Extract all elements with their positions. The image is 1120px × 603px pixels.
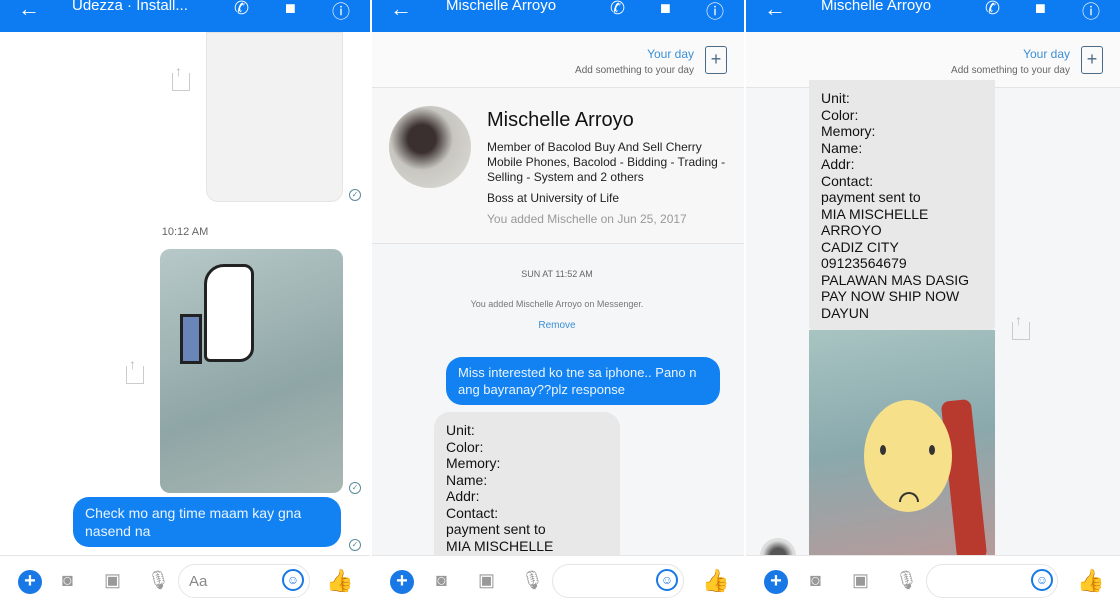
info-icon[interactable]: ⓘ	[1082, 0, 1100, 24]
sent-check-icon: ✓	[349, 482, 361, 494]
back-arrow-icon[interactable]: ←	[390, 0, 412, 22]
add-story-icon[interactable]: +	[705, 46, 727, 74]
chat-header: ← Mischelle Arroyo ✆ ■ ⓘ	[746, 0, 1120, 32]
microphone-icon[interactable]: 🎙	[895, 570, 918, 591]
your-day-subtitle: Add something to your day	[575, 65, 694, 76]
your-day-bar[interactable]: Your day Add something to your day +	[372, 32, 744, 88]
back-arrow-icon[interactable]: ←	[18, 0, 40, 22]
thumbs-up-sticker	[180, 264, 255, 364]
info-icon[interactable]: ⓘ	[706, 0, 724, 24]
your-day-title: Your day	[1023, 47, 1070, 61]
like-icon[interactable]: 👍	[1077, 568, 1104, 594]
sent-check-icon: ✓	[349, 539, 361, 551]
chat-header: ← Udezza · Install... ✆ ■ ⓘ	[0, 0, 370, 32]
emoji-icon[interactable]: ☺	[1031, 569, 1053, 591]
chat-header: ← Mischelle Arroyo ✆ ■ ⓘ	[372, 0, 744, 32]
camera-icon[interactable]: ◙	[810, 570, 821, 591]
profile-work: Boss at University of Life	[487, 191, 620, 205]
gallery-icon[interactable]: ▣	[478, 570, 495, 591]
emoji-icon[interactable]: ☺	[282, 569, 304, 591]
phone-icon[interactable]: ✆	[610, 0, 625, 19]
plus-icon[interactable]: +	[764, 570, 788, 594]
outgoing-message[interactable]: Miss interested ko tne sa iphone.. Pano …	[446, 357, 720, 405]
composer-bar: + ◙ ▣ 🎙 ☺ 👍	[372, 555, 744, 603]
your-day-subtitle: Add something to your day	[951, 65, 1070, 76]
like-icon[interactable]: 👍	[702, 568, 729, 594]
chat-panel-2: ← Mischelle Arroyo ✆ ■ ⓘ Your day Add so…	[372, 0, 744, 603]
plus-icon[interactable]: +	[390, 570, 414, 594]
like-icon[interactable]: 👍	[326, 568, 353, 594]
receipt-photo-message[interactable]	[160, 249, 343, 493]
plus-icon[interactable]: +	[18, 570, 42, 594]
outgoing-message[interactable]: Check mo ang time maam kay gna nasend na	[73, 497, 341, 547]
emoji-icon[interactable]: ☺	[656, 569, 678, 591]
microphone-icon[interactable]: 🎙	[147, 570, 170, 591]
video-icon[interactable]: ■	[660, 0, 671, 19]
add-story-icon[interactable]: +	[1081, 46, 1103, 74]
share-icon[interactable]	[1012, 312, 1030, 340]
id-card-photo-message[interactable]	[809, 330, 995, 556]
video-icon[interactable]: ■	[285, 0, 296, 19]
phone-icon[interactable]: ✆	[234, 0, 249, 19]
profile-membership: Member of Bacolod Buy And Sell Cherry Mo…	[487, 140, 726, 184]
sad-face-sticker	[864, 400, 952, 512]
camera-icon[interactable]: ◙	[436, 570, 447, 591]
sent-check-icon: ✓	[349, 189, 361, 201]
profile-added-date: You added Mischelle on Jun 25, 2017	[487, 212, 687, 226]
info-icon[interactable]: ⓘ	[332, 0, 350, 24]
chat-title[interactable]: Udezza · Install...	[72, 0, 188, 14]
composer-bar: + ◙ ▣ 🎙 ☺ 👍	[746, 555, 1120, 603]
video-icon[interactable]: ■	[1035, 0, 1046, 19]
profile-card: Mischelle Arroyo Member of Bacolod Buy A…	[372, 89, 744, 244]
profile-name: Mischelle Arroyo	[487, 109, 634, 131]
microphone-icon[interactable]: 🎙	[521, 570, 544, 591]
timestamp: 10:12 AM	[161, 226, 209, 238]
share-icon[interactable]	[126, 356, 144, 384]
system-message: You added Mischelle Arroyo on Messenger.	[470, 299, 644, 309]
share-icon[interactable]	[172, 63, 190, 91]
your-day-title: Your day	[647, 47, 694, 61]
back-arrow-icon[interactable]: ←	[764, 0, 786, 22]
composer-bar: + ◙ ▣ 🎙 Aa ☺ 👍	[0, 555, 370, 603]
remove-link[interactable]: Remove	[522, 320, 592, 331]
profile-avatar[interactable]	[389, 106, 471, 188]
phone-icon[interactable]: ✆	[985, 0, 1000, 19]
incoming-message[interactable]: Unit: Color: Memory: Name: Addr: Contact…	[809, 80, 995, 330]
chat-title[interactable]: Mischelle Arroyo	[821, 0, 931, 14]
chat-title[interactable]: Mischelle Arroyo	[446, 0, 556, 14]
timestamp: SUN AT 11:52 AM	[521, 269, 593, 279]
screenshot-image-message[interactable]	[206, 32, 343, 202]
camera-icon[interactable]: ◙	[62, 570, 73, 591]
gallery-icon[interactable]: ▣	[852, 570, 869, 591]
gallery-icon[interactable]: ▣	[104, 570, 121, 591]
chat-panel-3: ← Mischelle Arroyo ✆ ■ ⓘ Your day Add so…	[746, 0, 1120, 603]
chat-panel-1: ← Udezza · Install... ✆ ■ ⓘ ✓ 10:12 AM ✓…	[0, 0, 370, 603]
